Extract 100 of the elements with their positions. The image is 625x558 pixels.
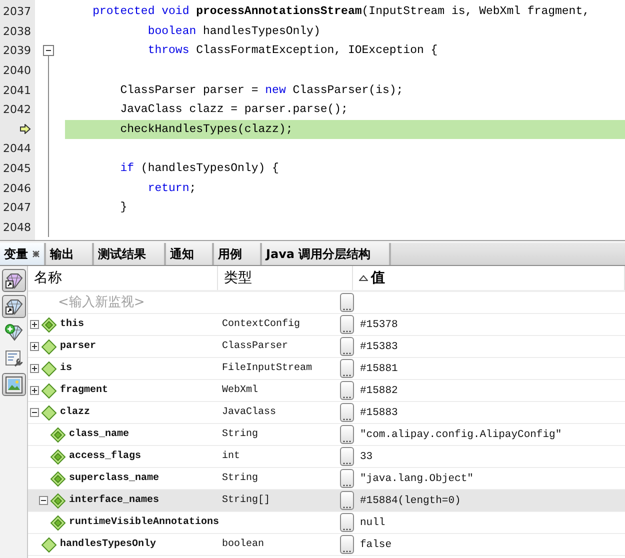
details-button[interactable] [340, 491, 354, 510]
diamond-icon [41, 360, 57, 376]
toolbar-button[interactable] [2, 295, 26, 318]
details-button[interactable] [340, 469, 354, 488]
variable-row[interactable]: this ContextConfig #15378 [28, 314, 625, 336]
details-button[interactable] [340, 359, 354, 378]
variable-row[interactable]: runtimeVisibleAnnotations null [28, 512, 625, 534]
expand-icon[interactable] [30, 364, 39, 373]
gem-icon [4, 271, 24, 290]
variable-row[interactable]: clazz JavaClass #15883 [28, 402, 625, 424]
diamond-icon [41, 382, 57, 398]
ellipsis-icon [343, 506, 351, 509]
line-number: 2045 [3, 162, 31, 176]
line-number: 2041 [3, 84, 31, 97]
variable-name: access_flags [69, 451, 142, 462]
diamond-icon [41, 404, 57, 420]
variable-row[interactable]: handlesTypesOnly boolean false [28, 534, 625, 556]
line-number: 2040 [3, 64, 31, 78]
line-number: 2047 [3, 201, 31, 214]
variable-value: #15881 [360, 362, 398, 374]
details-button[interactable] [340, 315, 354, 334]
code-line: protected void processAnnotationsStream(InputStream is, WebXml fragment, [92, 5, 590, 18]
line-number: 2038 [3, 24, 31, 38]
ellipsis-icon [343, 418, 351, 421]
variable-row[interactable]: fragment WebXml #15882 [28, 380, 625, 402]
gem-icon [4, 297, 24, 316]
variable-value: #15883 [360, 406, 398, 418]
code-line: if (handlesTypesOnly) { [119, 162, 279, 176]
details-button[interactable] [340, 381, 354, 400]
ellipsis-icon [343, 330, 351, 333]
column-title: 值 [371, 269, 385, 287]
ellipsis-icon [343, 528, 351, 531]
variable-value: null [360, 516, 386, 528]
panel-tab[interactable]: Java 调用分层结构 [262, 243, 391, 265]
expand-icon[interactable] [30, 386, 39, 395]
diamond-icon [50, 492, 66, 508]
variable-type: WebXml [222, 385, 258, 396]
variable-type: ContextConfig [222, 319, 300, 330]
ellipsis-icon [343, 484, 351, 487]
variable-type: ClassParser [222, 341, 288, 352]
variable-type: FileInputStream [222, 363, 312, 374]
variable-name: clazz [60, 407, 90, 418]
code-line: ClassParser parser = new ClassParser(is); [119, 84, 404, 97]
variable-value: #15882 [360, 384, 398, 396]
variable-name: class_name [69, 429, 130, 440]
diamond-icon [41, 536, 57, 552]
variable-row[interactable]: is FileInputStream #15881 [28, 358, 625, 380]
line-number: 2044 [3, 142, 31, 156]
variable-value: #15383 [360, 340, 398, 352]
collapse-icon[interactable] [30, 408, 39, 417]
variable-row[interactable]: class_name String "com.alipay.config.AlipayConfig" [28, 424, 625, 446]
code-line: return; [146, 182, 196, 195]
toolbar-button[interactable] [2, 269, 26, 292]
toolbar-button[interactable] [2, 373, 26, 396]
expand-icon[interactable] [30, 320, 39, 329]
variable-row[interactable]: parser ClassParser #15383 [28, 336, 625, 358]
variable-name: runtimeVisibleAnnotations [69, 517, 220, 528]
code-line: checkHandlesTypes(clazz); [119, 122, 293, 136]
new-watch-field[interactable]: <输入新监视> [58, 295, 208, 310]
details-button[interactable] [340, 535, 354, 554]
column-header[interactable]: 类型 [218, 266, 353, 290]
line-number: 2048 [3, 220, 31, 234]
ellipsis-icon [343, 396, 351, 399]
expand-icon[interactable] [30, 342, 39, 351]
variable-name: is [60, 363, 72, 374]
ellipsis-icon [343, 308, 351, 311]
line-number: 2037 [3, 5, 31, 18]
code-line: boolean handlesTypesOnly) [146, 24, 320, 38]
close-icon[interactable] [32, 250, 40, 258]
variable-value: 33 [360, 450, 373, 462]
diamond-icon [50, 470, 66, 486]
diamond-icon [41, 316, 57, 332]
variable-row[interactable]: access_flags int 33 [28, 446, 625, 468]
details-button[interactable] [340, 447, 354, 466]
diamond-icon [50, 448, 66, 464]
collapse-icon[interactable] [43, 45, 54, 56]
code-line: } [119, 201, 128, 214]
panel-tab[interactable]: 输出 [46, 243, 94, 265]
picture-icon [4, 376, 22, 394]
variable-name: fragment [60, 385, 108, 396]
diamond-icon [41, 338, 57, 354]
variable-row[interactable]: interface_names String[] #15884(length=0) [28, 490, 625, 512]
details-button[interactable] [340, 513, 354, 532]
variable-type: String [222, 429, 258, 440]
details-button[interactable] [340, 337, 354, 356]
collapse-icon[interactable] [39, 496, 48, 505]
panel-tab[interactable]: 变量 [0, 243, 46, 265]
panel-tab[interactable]: 通知 [166, 243, 214, 265]
details-button[interactable] [340, 293, 354, 312]
column-header[interactable]: 值 [353, 266, 625, 290]
details-button[interactable] [340, 403, 354, 422]
variable-name: superclass_name [69, 473, 160, 484]
panel-tab[interactable]: 用例 [214, 243, 262, 265]
line-number: 2039 [3, 44, 31, 58]
details-button[interactable] [340, 425, 354, 444]
sort-icon [359, 275, 368, 281]
panel-tab[interactable]: 测试结果 [94, 243, 166, 265]
column-header[interactable]: 名称 [28, 266, 218, 290]
diamond-icon [50, 426, 66, 442]
code-line: throws ClassFormatException, IOException { [146, 44, 438, 58]
